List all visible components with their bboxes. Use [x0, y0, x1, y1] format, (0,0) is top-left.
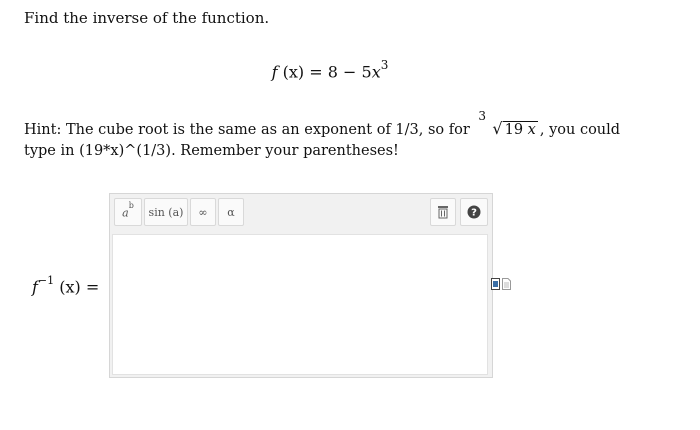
power-icon: ab: [122, 200, 134, 220]
radicand-variable: x: [527, 122, 536, 138]
answer-exponent: −1: [37, 274, 55, 287]
answer-input[interactable]: [112, 234, 488, 375]
infinity-icon: ∞: [198, 205, 208, 219]
help-button[interactable]: ?: [460, 198, 488, 226]
preview-icon[interactable]: [491, 278, 500, 290]
answer-label: f−1 (x) =: [32, 274, 100, 297]
function-exponent: 3: [380, 58, 389, 72]
hint-before: Hint: The cube root is the same as an ex…: [24, 122, 470, 138]
alpha-icon: α: [227, 205, 235, 219]
radicand-number: 19: [504, 122, 524, 138]
function-name: f: [271, 62, 278, 82]
help-icon: ?: [467, 205, 481, 219]
svg-text:?: ?: [471, 208, 477, 219]
root-index: 3: [478, 109, 487, 123]
hint-text: Hint: The cube root is the same as an ex…: [24, 109, 654, 162]
math-editor: ab sin (a) ∞ α ?: [109, 193, 493, 378]
document-icon[interactable]: [502, 278, 511, 290]
function-rhs: = 8 − 5: [309, 62, 372, 82]
alpha-button[interactable]: α: [218, 198, 244, 226]
function-arg: (x): [282, 62, 305, 82]
answer-arg: (x) =: [59, 277, 100, 297]
trash-icon: [438, 206, 448, 219]
infinity-button[interactable]: ∞: [190, 198, 216, 226]
editor-toolbar: ab sin (a) ∞ α ?: [110, 194, 492, 232]
clear-button[interactable]: [430, 198, 456, 226]
question-prompt: Find the inverse of the function.: [24, 9, 270, 27]
side-icons: [491, 278, 511, 290]
function-var: x: [371, 62, 381, 82]
sine-icon: sin (a): [148, 205, 184, 219]
radical-sign-icon: √: [492, 119, 503, 138]
sine-button[interactable]: sin (a): [144, 198, 188, 226]
radicand: 19 x: [502, 121, 538, 138]
power-button[interactable]: ab: [114, 198, 142, 226]
cube-root-expression: 3 √ 19 x: [478, 109, 538, 141]
function-formula: f (x) = 8 − 5x3: [0, 58, 660, 82]
